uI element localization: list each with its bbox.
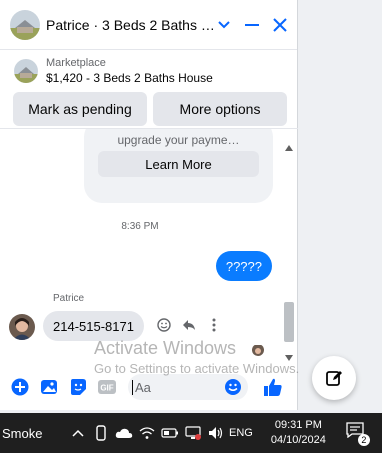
taskbar-clock[interactable]: 09:31 PM 04/10/2024 [271,418,326,448]
chat-header[interactable]: Patrice · 3 Beds 2 Baths Ho… [0,0,297,50]
marketplace-label: Marketplace [46,57,106,69]
sticker-icon[interactable] [68,377,88,397]
scroll-up-icon[interactable] [285,138,293,151]
windows-taskbar: Smoke ENG 09:31 PM 04/10/2024 2 [0,413,382,453]
chat-window: Patrice · 3 Beds 2 Baths Ho… Marketplace… [0,0,298,410]
emoji-icon[interactable] [224,378,242,396]
new-message-button[interactable] [312,356,356,400]
seen-avatar [252,344,264,356]
outgoing-message[interactable]: ????? [215,251,272,281]
chevron-up-icon[interactable] [66,423,89,443]
minimize-icon[interactable] [243,16,261,34]
message-thread[interactable]: upgrade your payme… Learn More 8:36 PM ?… [0,128,298,360]
marketplace-listing[interactable]: Marketplace $1,420 - 3 Beds 2 Baths Hous… [0,50,297,92]
listing-thumbnail [10,9,40,40]
photo-icon[interactable] [39,377,59,397]
volume-icon[interactable] [204,423,227,443]
plus-icon[interactable] [10,377,30,397]
listing-title: $1,420 - 3 Beds 2 Baths House [46,71,213,85]
chevron-down-icon[interactable] [215,16,233,34]
language-indicator[interactable]: ENG [229,427,253,439]
emoji-react-icon[interactable] [156,317,172,333]
battery-icon[interactable] [158,423,181,443]
sender-name: Patrice [53,293,85,304]
scroll-down-icon[interactable] [285,348,293,361]
like-icon[interactable] [262,376,284,398]
reply-icon[interactable] [181,317,197,333]
more-actions-icon[interactable] [206,317,222,333]
scrollbar-thumb[interactable] [284,302,294,342]
listing-thumbnail-small [14,59,38,83]
info-card: upgrade your payme… Learn More [84,129,273,203]
more-options-button[interactable]: More options [153,92,287,126]
chat-title[interactable]: Patrice · 3 Beds 2 Baths Ho… [46,17,215,33]
message-timestamp: 8:36 PM [121,221,159,232]
svg-text:GIF: GIF [100,384,113,393]
close-icon[interactable] [271,16,289,34]
mark-as-pending-button[interactable]: Mark as pending [13,92,147,126]
system-tray: ENG [66,423,253,443]
clock-date: 04/10/2024 [270,434,326,446]
clock-time: 09:31 PM [274,419,322,431]
notification-badge: 2 [357,434,370,446]
onedrive-icon[interactable] [112,423,135,443]
display-icon[interactable] [181,423,204,443]
avatar[interactable] [9,314,35,340]
message-input-placeholder: Aa [132,379,151,395]
learn-more-button[interactable]: Learn More [98,151,259,177]
incoming-message[interactable]: 214-515-8171 [43,311,144,341]
scrollbar[interactable] [282,130,296,361]
gif-icon[interactable]: GIF [97,377,117,397]
compose-icon [326,371,342,386]
message-input[interactable]: Aa [128,374,248,400]
notification-center-icon[interactable]: 2 [346,422,370,446]
weather-widget[interactable]: Smoke [2,426,58,441]
phone-link-icon[interactable] [89,423,112,443]
info-card-text: upgrade your payme… [117,133,240,147]
wifi-icon[interactable] [135,423,158,443]
message-composer: GIF Aa [0,370,298,404]
